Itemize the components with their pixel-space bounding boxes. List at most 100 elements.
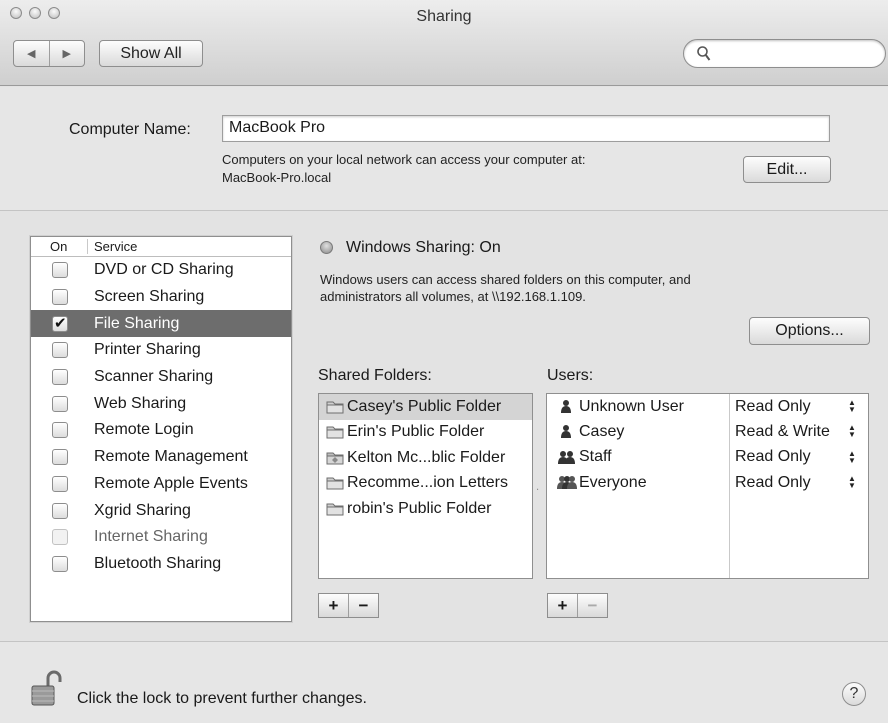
service-name: Screen Sharing bbox=[94, 288, 205, 306]
options-button[interactable]: Options... bbox=[749, 317, 870, 345]
service-checkbox[interactable] bbox=[52, 369, 68, 386]
computer-name-field[interactable]: MacBook Pro bbox=[222, 115, 830, 142]
shared-folder-row[interactable]: Casey's Public Folder bbox=[319, 394, 532, 420]
users-label: Users: bbox=[547, 367, 594, 384]
service-checkbox[interactable] bbox=[52, 422, 68, 439]
lock-message: Click the lock to prevent further change… bbox=[77, 690, 367, 707]
service-name: Xgrid Sharing bbox=[94, 501, 191, 519]
service-row[interactable]: Internet Sharing bbox=[31, 524, 291, 551]
window-title: Sharing bbox=[416, 8, 472, 25]
service-row[interactable]: DVD or CD Sharing bbox=[31, 257, 291, 284]
help-button[interactable]: ? bbox=[842, 682, 866, 706]
search-field[interactable] bbox=[683, 39, 886, 68]
back-arrow-icon: ◀ bbox=[27, 48, 36, 60]
group-icon bbox=[556, 450, 577, 465]
shared-folders-add-remove: + − bbox=[318, 593, 379, 618]
shared-folders-list[interactable]: Casey's Public Folder Erin's Public Folde… bbox=[318, 393, 533, 579]
user-name: Everyone bbox=[579, 473, 647, 491]
service-row[interactable]: Remote Apple Events bbox=[31, 471, 291, 498]
edit-button[interactable]: Edit... bbox=[743, 156, 831, 183]
address-desc-line-1: Computers on your local network can acce… bbox=[222, 152, 586, 167]
service-checkbox[interactable] bbox=[52, 289, 68, 306]
user-row[interactable]: Casey Read & Write ▲ ▼ bbox=[547, 419, 868, 444]
status-desc-line-1: Windows users can access shared folders … bbox=[320, 272, 691, 287]
remove-user-button[interactable]: − bbox=[577, 594, 607, 617]
service-row[interactable]: Scanner Sharing bbox=[31, 364, 291, 391]
column-header-service[interactable]: Service bbox=[88, 239, 137, 254]
up-down-arrows-icon[interactable]: ▲ ▼ bbox=[848, 399, 856, 414]
shared-folder-row[interactable]: Kelton Mc...blic Folder bbox=[319, 445, 532, 471]
service-name: DVD or CD Sharing bbox=[94, 261, 234, 279]
services-list-header: On Service bbox=[31, 237, 291, 257]
permission-popup[interactable]: Read & Write bbox=[735, 423, 830, 441]
shared-folder-row[interactable]: Erin's Public Folder bbox=[319, 420, 532, 446]
user-row[interactable]: Staff Read Only ▲ ▼ bbox=[547, 445, 868, 470]
folder-icon bbox=[326, 502, 344, 516]
up-down-arrows-icon[interactable]: ▲ ▼ bbox=[848, 449, 856, 464]
service-checkbox[interactable] bbox=[52, 449, 68, 466]
users-add-remove: + − bbox=[547, 593, 608, 618]
shared-folders-label: Shared Folders: bbox=[318, 367, 432, 384]
shared-folder-row[interactable]: Recomme...ion Letters bbox=[319, 471, 532, 497]
service-checkbox[interactable] bbox=[52, 475, 68, 492]
service-checkbox[interactable] bbox=[52, 314, 68, 332]
service-name: Remote Login bbox=[94, 421, 194, 439]
add-user-button[interactable]: + bbox=[548, 594, 577, 617]
up-down-arrows-icon[interactable]: ▲ ▼ bbox=[848, 474, 856, 489]
user-name: Unknown User bbox=[579, 397, 684, 415]
computer-name-label: Computer Name: bbox=[69, 121, 191, 138]
users-list[interactable]: Unknown User Read Only ▲ ▼ Casey Read & Write… bbox=[546, 393, 869, 579]
user-icon bbox=[556, 424, 577, 439]
folder-icon bbox=[326, 425, 344, 439]
up-down-arrows-icon[interactable]: ▲ ▼ bbox=[848, 424, 856, 439]
computer-name-section: Computer Name: MacBook Pro Computers on … bbox=[0, 87, 888, 211]
sharing-status-description: Windows users can access shared folders … bbox=[320, 271, 691, 305]
add-shared-folder-button[interactable]: + bbox=[319, 594, 348, 617]
service-name: Internet Sharing bbox=[94, 528, 208, 546]
service-name: Remote Apple Events bbox=[94, 474, 248, 492]
service-row[interactable]: Xgrid Sharing bbox=[31, 497, 291, 524]
services-list: On Service DVD or CD Sharing Screen Shari… bbox=[30, 236, 292, 622]
service-row[interactable]: Remote Management bbox=[31, 444, 291, 471]
sharing-window: Sharing ◀ ▶ Show All Computer Name: MacB… bbox=[0, 0, 888, 723]
column-header-on[interactable]: On bbox=[31, 239, 88, 254]
footer-bar: Click the lock to prevent further change… bbox=[0, 641, 888, 723]
address-desc-line-2: MacBook-Pro.local bbox=[222, 170, 332, 185]
service-name: Scanner Sharing bbox=[94, 368, 214, 386]
service-checkbox[interactable] bbox=[52, 502, 68, 519]
service-checkbox[interactable] bbox=[52, 342, 68, 359]
shared-folder-name: Erin's Public Folder bbox=[347, 423, 485, 441]
toolbar: Sharing ◀ ▶ Show All bbox=[0, 0, 888, 86]
service-row[interactable]: Web Sharing bbox=[31, 390, 291, 417]
folder-icon bbox=[326, 400, 344, 414]
user-name: Staff bbox=[579, 448, 612, 466]
service-name: Remote Management bbox=[94, 448, 248, 466]
service-name: Web Sharing bbox=[94, 394, 187, 412]
status-desc-line-2: administrators all volumes, at \\192.168… bbox=[320, 289, 586, 304]
shared-folder-name: Kelton Mc...blic Folder bbox=[347, 448, 506, 466]
shared-folder-name: Casey's Public Folder bbox=[347, 397, 502, 415]
user-row[interactable]: Unknown User Read Only ▲ ▼ bbox=[547, 394, 868, 419]
permission-popup[interactable]: Read Only bbox=[735, 448, 811, 466]
computer-address-description: Computers on your local network can acce… bbox=[222, 151, 585, 187]
service-row[interactable]: Remote Login bbox=[31, 417, 291, 444]
remove-shared-folder-button[interactable]: − bbox=[348, 594, 378, 617]
forward-button[interactable]: ▶ bbox=[48, 41, 85, 66]
back-button[interactable]: ◀ bbox=[14, 41, 49, 66]
split-resize-handle[interactable]: ‧ bbox=[536, 485, 539, 496]
user-row[interactable]: Everyone Read Only ▲ ▼ bbox=[547, 470, 868, 495]
service-row[interactable]: Bluetooth Sharing bbox=[31, 551, 291, 578]
service-checkbox[interactable] bbox=[52, 262, 68, 279]
everyone-icon bbox=[556, 475, 577, 490]
shared-folder-row[interactable]: robin's Public Folder bbox=[319, 496, 532, 522]
service-checkbox[interactable] bbox=[52, 395, 68, 412]
service-row[interactable]: Printer Sharing bbox=[31, 337, 291, 364]
permission-popup[interactable]: Read Only bbox=[735, 474, 811, 492]
unlocked-padlock-icon[interactable] bbox=[30, 669, 62, 707]
service-row[interactable]: Screen Sharing bbox=[31, 284, 291, 311]
permission-popup[interactable]: Read Only bbox=[735, 398, 811, 416]
show-all-button[interactable]: Show All bbox=[99, 40, 203, 67]
service-checkbox[interactable] bbox=[52, 555, 68, 572]
user-name: Casey bbox=[579, 422, 625, 440]
service-row[interactable]: File Sharing bbox=[31, 310, 291, 338]
